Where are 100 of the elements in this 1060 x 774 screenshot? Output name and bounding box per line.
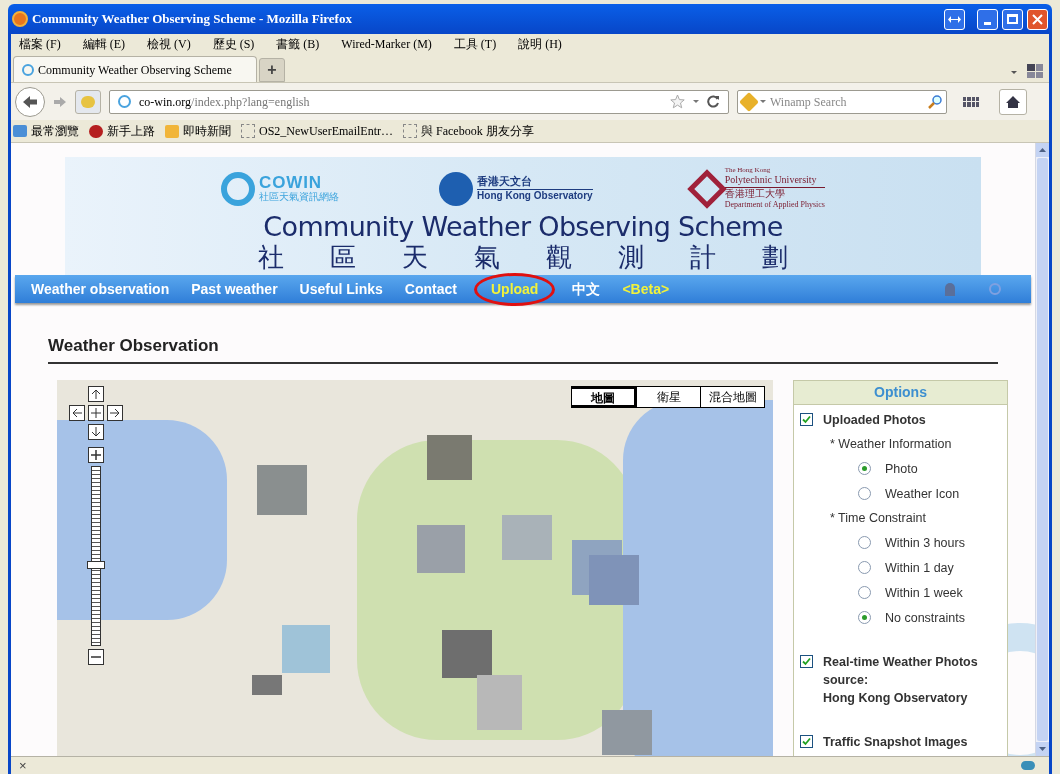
- map-type-button[interactable]: 混合地圖: [700, 386, 764, 407]
- pan-left-icon[interactable]: [69, 404, 85, 421]
- menu-item[interactable]: 工具 (T): [453, 35, 497, 53]
- map-type-button[interactable]: 衛星: [636, 386, 700, 407]
- search-icon[interactable]: [928, 94, 942, 109]
- university-name-chinese: 香港理工大學: [724, 187, 786, 200]
- banner-title-chinese: 區: [330, 243, 356, 270]
- search-input[interactable]: Winamp Search: [770, 92, 924, 111]
- bookmark-item[interactable]: OS2_NewUserEmailEntr…: [241, 122, 393, 140]
- photo-placeholder[interactable]: [252, 674, 282, 695]
- search-field[interactable]: Winamp Search: [737, 89, 947, 114]
- banner-title-chinese: 計: [690, 243, 716, 270]
- radio-button[interactable]: [858, 611, 871, 624]
- reload-icon[interactable]: [707, 95, 720, 108]
- checkbox[interactable]: [800, 412, 813, 426]
- banner-title-chinese: 劃: [762, 243, 788, 270]
- zoom-out-icon[interactable]: [88, 648, 104, 665]
- close-findbar-button[interactable]: ×: [19, 759, 27, 772]
- cowin-logo-icon: [221, 171, 256, 206]
- browser-tab[interactable]: Community Weather Observing Scheme: [13, 56, 257, 82]
- banner-title-chinese: 氣: [474, 243, 500, 270]
- menu-item[interactable]: 檔案 (F): [19, 35, 61, 53]
- checkbox[interactable]: [800, 734, 813, 748]
- caret-icon[interactable]: [1011, 71, 1017, 74]
- address-field[interactable]: co-win.org/index.php?lang=english: [109, 89, 729, 114]
- pan-up-icon[interactable]: [88, 385, 104, 402]
- radio-button[interactable]: [858, 561, 871, 574]
- pan-center-icon[interactable]: [88, 404, 104, 421]
- banner-title-chinese: 觀: [546, 243, 572, 270]
- banner-title: Community Weather Observing Scheme: [263, 210, 783, 244]
- radio-label: No constraints: [885, 609, 965, 627]
- option-section-label: * Weather Information: [830, 435, 953, 453]
- home-button[interactable]: [999, 88, 1027, 115]
- window-title: Community Weather Observing Scheme - Mozilla Firefox: [32, 10, 353, 29]
- banner-title-chinese: 天: [402, 243, 428, 270]
- folder-icon: [13, 125, 27, 137]
- menu-item[interactable]: 編輯 (E): [82, 35, 125, 53]
- menu-item[interactable]: 書籤 (B): [276, 35, 320, 53]
- url-text: co-win.org/index.php?lang=english: [139, 93, 310, 111]
- radio-button[interactable]: [858, 586, 871, 599]
- page-icon: [241, 124, 255, 138]
- radio-label: Within 1 day: [885, 559, 954, 577]
- star-icon[interactable]: [670, 94, 685, 109]
- department-name: Department of Applied Physics: [724, 200, 825, 210]
- radio-label: Photo: [885, 460, 918, 478]
- bookmark-item[interactable]: 即時新聞: [165, 122, 231, 140]
- option-label: Real-time Weather Photos source: Hong Kong Observatory: [823, 653, 979, 707]
- banner-title-chinese: 測: [618, 243, 644, 270]
- new-tab-button[interactable]: +: [259, 58, 285, 82]
- observatory-logo-icon: [439, 171, 474, 206]
- back-arrow-icon: [22, 94, 38, 109]
- options-title: Options: [874, 382, 927, 402]
- menu-item[interactable]: 檢視 (V): [147, 35, 191, 53]
- tab-grid-icon[interactable]: [1027, 64, 1043, 78]
- maximize-icon[interactable]: [1002, 8, 1023, 30]
- menu-item[interactable]: 說明 (H): [518, 35, 562, 53]
- browser-logo-icon: [12, 11, 28, 27]
- photo-placeholder[interactable]: [442, 629, 492, 678]
- home-icon: [1005, 94, 1021, 109]
- map[interactable]: 地圖 衛星 混合地圖: [57, 379, 773, 756]
- map-type-button[interactable]: 地圖: [572, 386, 636, 407]
- photo-placeholder[interactable]: [427, 434, 472, 480]
- zoom-slider-thumb[interactable]: [87, 561, 105, 570]
- site-icon: [118, 95, 131, 108]
- radio-label: Within 1 week: [885, 584, 963, 602]
- menu-item[interactable]: 歷史 (S): [212, 35, 255, 53]
- bookmark-item[interactable]: 與 Facebook 朋友分享: [403, 122, 534, 140]
- pan-right-icon[interactable]: [107, 404, 123, 421]
- menu-item[interactable]: Wired-Marker (M): [341, 35, 432, 53]
- radio-button[interactable]: [858, 487, 871, 500]
- grid-icon[interactable]: [963, 96, 979, 107]
- scroll-up-icon[interactable]: [1039, 148, 1046, 152]
- option-section-label: * Time Constraint: [830, 509, 927, 527]
- university-logo-icon: [686, 168, 727, 209]
- option-label: Uploaded Photos: [823, 411, 926, 429]
- banner-title-chinese: 社: [258, 243, 284, 270]
- checkbox[interactable]: [800, 654, 813, 668]
- bookmark-item[interactable]: 最常瀏覽: [13, 122, 79, 140]
- bookmark-item[interactable]: 新手上路: [89, 122, 155, 140]
- observatory-name: Hong Kong Observatory: [477, 188, 593, 203]
- radio-label: Weather Icon: [885, 485, 960, 503]
- scrollbar[interactable]: [1035, 143, 1049, 756]
- radio-button[interactable]: [858, 462, 871, 475]
- cowin-subtitle: 社區天氣資訊網絡: [259, 190, 340, 204]
- radio-button[interactable]: [858, 536, 871, 549]
- feed-icon: [165, 124, 179, 138]
- observatory-name-chinese: 香港天文台: [477, 174, 534, 189]
- site-icon: [22, 63, 34, 76]
- close-icon[interactable]: [1027, 8, 1048, 30]
- radio-label: Within 3 hours: [885, 534, 965, 552]
- scroll-down-icon[interactable]: [1039, 747, 1046, 751]
- caret-icon[interactable]: [693, 100, 699, 103]
- option-label: Traffic Snapshot Images: [823, 733, 968, 751]
- caret-icon[interactable]: [760, 100, 766, 103]
- resize-icon[interactable]: [944, 8, 965, 30]
- minimize-icon[interactable]: [977, 8, 998, 30]
- university-name: Polytechnic University: [724, 174, 825, 188]
- page-icon: [403, 124, 417, 138]
- back-button[interactable]: [15, 86, 45, 117]
- cowin-logo-text: COWIN: [259, 173, 323, 191]
